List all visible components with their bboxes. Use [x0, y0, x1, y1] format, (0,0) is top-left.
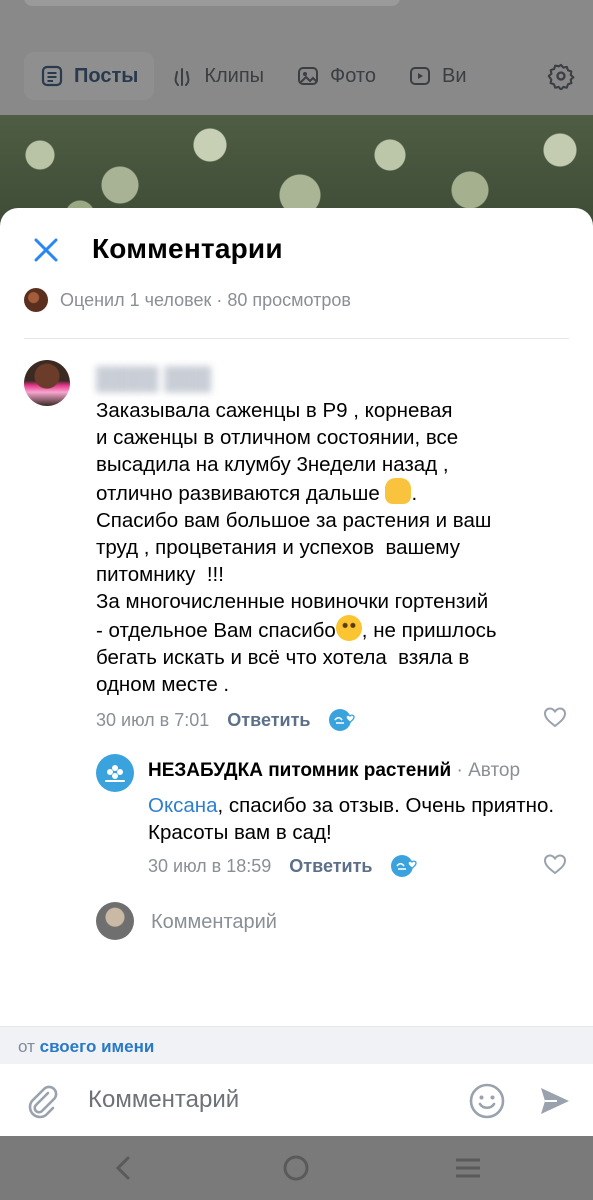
divider	[24, 338, 569, 339]
tab-clips[interactable]: Клипы	[154, 52, 280, 100]
tab-video[interactable]: Ви	[392, 52, 483, 100]
comments-sheet: Комментарии Оценил 1 человек · 80 просмо…	[0, 208, 593, 1136]
background-search-bar	[24, 0, 400, 6]
send-icon[interactable]	[538, 1084, 572, 1118]
comment-composer: Комментарий	[0, 1064, 593, 1136]
reply-like-heart-icon[interactable]	[543, 853, 567, 875]
reply-author-role: · Автор	[456, 760, 521, 781]
comment-date: 30 июл в 7:01	[96, 709, 210, 730]
post-as-selector[interactable]: своего имени	[40, 1037, 155, 1056]
community-liked-badge-icon	[329, 709, 356, 731]
video-icon	[408, 64, 432, 88]
tab-photo-label: Фото	[330, 64, 376, 87]
comment-author-avatar[interactable]	[24, 360, 70, 406]
stats-text: Оценил 1 человек · 80 просмотров	[60, 289, 351, 310]
post-as-bar: от своего имени	[0, 1026, 593, 1064]
tab-photo[interactable]: Фото	[280, 52, 392, 100]
comment-text: Заказывала саженцы в Р9 , корневая и саж…	[96, 398, 556, 699]
recents-menu-icon[interactable]	[452, 1152, 484, 1184]
comment-like-heart-icon[interactable]	[543, 706, 567, 728]
reply-mention-link[interactable]: Оксана	[148, 794, 218, 817]
current-user-avatar	[96, 902, 134, 940]
reply-author-avatar[interactable]	[96, 754, 134, 792]
tab-posts-label: Посты	[74, 64, 139, 87]
reply-text: Оксана, спасибо за отзыв. Очень приятно.…	[148, 792, 558, 846]
comment-author-name-blurred[interactable]: ████ ███	[96, 366, 211, 392]
liker-avatar	[24, 288, 48, 312]
comment-input[interactable]: Комментарий	[88, 1086, 239, 1114]
close-button[interactable]	[28, 232, 64, 268]
post-as-prefix: от	[18, 1037, 35, 1056]
thread-comment-input[interactable]: Комментарий	[151, 911, 277, 934]
clips-icon	[170, 64, 194, 88]
comment-reply-button[interactable]: Ответить	[227, 710, 310, 731]
reply-date: 30 июл в 18:59	[148, 855, 272, 876]
community-liked-badge-icon	[391, 855, 418, 877]
hugging-face-emoji-icon	[335, 615, 362, 642]
reply-reply-button[interactable]: Ответить	[289, 856, 372, 877]
comment-meta: 30 июл в 7:01 Ответить	[96, 706, 356, 734]
attach-paperclip-icon[interactable]	[24, 1084, 60, 1120]
back-chevron-icon[interactable]	[108, 1152, 140, 1184]
reply-meta: 30 июл в 18:59 Ответить	[148, 852, 418, 880]
emoji-smile-icon[interactable]	[468, 1082, 506, 1120]
tab-clips-label: Клипы	[204, 64, 265, 87]
background-tabs: Посты Клипы Фото Ви	[0, 50, 593, 102]
close-icon	[34, 238, 58, 262]
system-navigation-bar	[0, 1136, 593, 1200]
reply-author: НЕЗАБУДКА питомник растений · Автор	[148, 760, 520, 782]
tab-video-label: Ви	[441, 64, 467, 87]
home-circle-icon[interactable]	[280, 1152, 312, 1184]
thumbs-up-emoji-icon	[385, 478, 412, 505]
posts-icon	[40, 64, 64, 88]
flower-logo-icon	[105, 765, 125, 782]
sheet-title: Комментарии	[92, 233, 283, 264]
post-stats[interactable]: Оценил 1 человек · 80 просмотров	[24, 288, 351, 312]
gear-icon[interactable]	[547, 62, 575, 91]
photo-icon	[296, 64, 320, 88]
tab-posts[interactable]: Посты	[24, 52, 155, 100]
reply-author-name[interactable]: НЕЗАБУДКА питомник растений	[148, 760, 451, 781]
